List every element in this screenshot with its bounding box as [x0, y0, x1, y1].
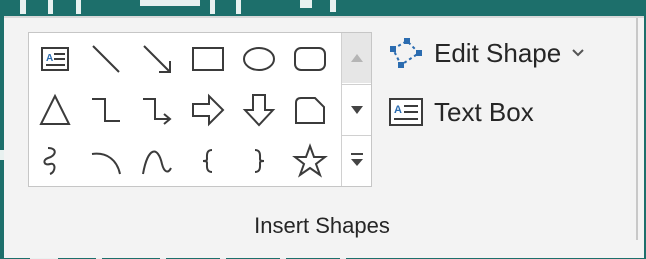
right-brace-icon[interactable] [235, 137, 283, 185]
gallery-scrollbar [341, 33, 371, 186]
elbow-connector-icon[interactable] [82, 86, 130, 134]
star-icon[interactable] [286, 137, 334, 185]
arc-icon[interactable] [82, 137, 130, 185]
group-divider [636, 18, 638, 240]
svg-text:A: A [46, 53, 53, 64]
text-box-icon: A [386, 95, 426, 129]
shapes-grid: A [29, 33, 341, 186]
line-icon[interactable] [82, 35, 130, 83]
scroll-up-icon[interactable] [342, 33, 371, 83]
rounded-rectangle-icon[interactable] [286, 35, 334, 83]
text-box-label: Text Box [434, 96, 534, 127]
edit-shape-button[interactable]: Edit Shape [386, 33, 585, 73]
text-box-button[interactable]: A Text Box [386, 92, 534, 132]
arrow-line-icon[interactable] [133, 35, 181, 83]
curve-icon[interactable] [133, 137, 181, 185]
more-icon[interactable] [342, 135, 371, 185]
scroll-down-icon[interactable] [342, 84, 371, 136]
svg-text:A: A [394, 104, 402, 116]
edit-shape-icon [386, 36, 426, 70]
down-arrow-icon[interactable] [235, 86, 283, 134]
freeform-scribble-icon[interactable] [31, 137, 79, 185]
snip-corner-rectangle-icon[interactable] [286, 86, 334, 134]
triangle-icon[interactable] [31, 86, 79, 134]
text-box-shape-icon[interactable]: A [31, 35, 79, 83]
elbow-arrow-connector-icon[interactable] [133, 86, 181, 134]
shapes-gallery: A [28, 32, 372, 187]
group-label-insert-shapes: Insert Shapes [254, 213, 390, 238]
chevron-down-icon[interactable] [571, 48, 585, 58]
rectangle-icon[interactable] [184, 35, 232, 83]
right-arrow-icon[interactable] [184, 86, 232, 134]
oval-icon[interactable] [235, 35, 283, 83]
left-brace-icon[interactable] [184, 137, 232, 185]
edit-shape-label: Edit Shape [434, 37, 562, 68]
